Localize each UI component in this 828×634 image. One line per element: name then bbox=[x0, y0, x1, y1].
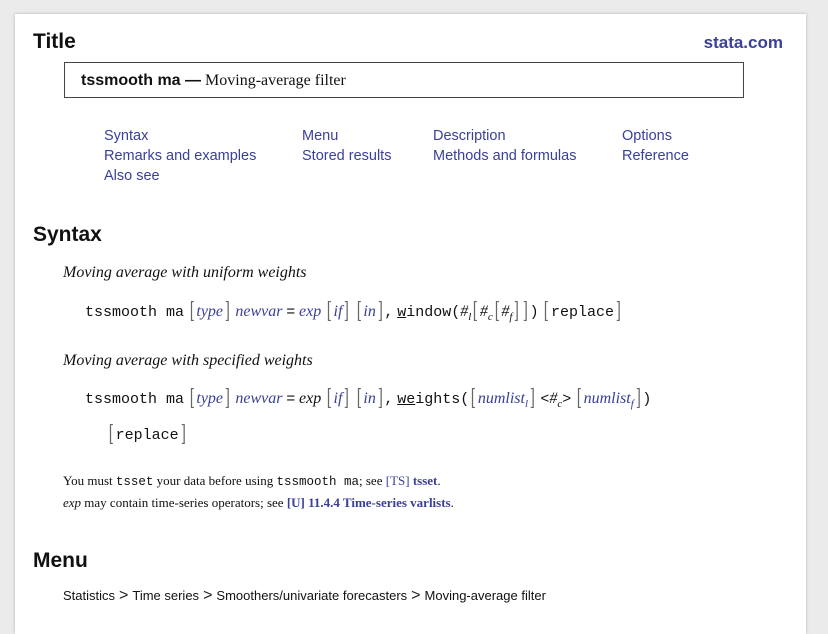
syntax-specified-line: tssmooth ma [type] newvar = exp [if] [in… bbox=[85, 386, 652, 411]
newvar-link[interactable]: newvar bbox=[235, 390, 282, 407]
numlist-l-link[interactable]: numlistl bbox=[478, 390, 528, 410]
menu-path-item: Time series bbox=[132, 588, 200, 603]
if-link[interactable]: if bbox=[334, 303, 343, 320]
equals-sign: = bbox=[286, 304, 296, 321]
window-arg-l: #l bbox=[460, 303, 472, 324]
menu-path-item: Moving-average filter bbox=[424, 588, 546, 603]
newvar-link[interactable]: newvar bbox=[235, 303, 282, 320]
replace-option: replace bbox=[115, 427, 179, 444]
tsset-link[interactable]: tsset bbox=[413, 473, 438, 488]
replace-option: replace bbox=[550, 304, 614, 321]
close-paren: ) bbox=[529, 304, 539, 321]
toc-also-see-link[interactable]: Also see bbox=[104, 168, 160, 184]
entry-title-box: tssmooth ma — Moving-average filter bbox=[64, 62, 744, 98]
u-manual-ref[interactable]: [U] bbox=[287, 495, 305, 510]
ts-manual-ref[interactable]: [TS] bbox=[386, 473, 410, 488]
menu-path: Statistics > Time series > Smoothers/univari… bbox=[63, 587, 546, 604]
equals-sign: = bbox=[286, 391, 296, 408]
in-link[interactable]: in bbox=[363, 303, 375, 320]
toc-menu-link[interactable]: Menu bbox=[302, 128, 338, 144]
syntax-uniform-line: tssmooth ma [type] newvar = exp [if] [in… bbox=[85, 299, 621, 324]
entry-description: Moving-average filter bbox=[205, 72, 346, 89]
uniform-weights-heading: Moving average with uniform weights bbox=[63, 264, 307, 281]
toc-stored-results-link[interactable]: Stored results bbox=[302, 148, 391, 164]
entry-command: tssmooth ma — bbox=[81, 72, 202, 89]
exp-text: exp bbox=[63, 495, 82, 510]
tsset-cmd: tsset bbox=[115, 475, 154, 489]
time-series-varlists-link[interactable]: 11.4.4 Time-series varlists bbox=[308, 495, 451, 510]
numlist-f-link[interactable]: numlistf bbox=[584, 390, 634, 410]
window-option: window( bbox=[397, 304, 461, 321]
window-arg-c: #c bbox=[479, 303, 493, 324]
cmd-name: tssmooth ma bbox=[85, 304, 185, 321]
exp-text: exp bbox=[299, 390, 322, 407]
weights-arg-c: #c bbox=[549, 390, 563, 411]
tssmooth-cmd: tssmooth ma bbox=[276, 475, 360, 489]
type-link[interactable]: type bbox=[196, 303, 223, 320]
toc-options-link[interactable]: Options bbox=[622, 128, 672, 144]
close-paren: ) bbox=[642, 391, 652, 408]
in-link[interactable]: in bbox=[363, 390, 375, 407]
toc-syntax-link[interactable]: Syntax bbox=[104, 128, 148, 144]
page-title: Title bbox=[33, 30, 76, 53]
menu-heading: Menu bbox=[33, 549, 88, 572]
exp-note: exp may contain time-series operators; s… bbox=[63, 495, 454, 510]
type-link[interactable]: type bbox=[196, 390, 223, 407]
gt-sign: > bbox=[562, 391, 572, 408]
brand-link[interactable]: stata.com bbox=[704, 33, 783, 53]
comma: , bbox=[384, 304, 394, 321]
tsset-note: You must tsset your data before using ts… bbox=[63, 473, 441, 489]
weights-option: weights( bbox=[397, 391, 470, 408]
lt-sign: < bbox=[540, 391, 550, 408]
menu-path-item: Statistics bbox=[63, 588, 116, 603]
specified-weights-heading: Moving average with specified weights bbox=[63, 352, 313, 369]
toc-methods-link[interactable]: Methods and formulas bbox=[433, 148, 576, 164]
menu-path-item: Smoothers/univariate forecasters bbox=[216, 588, 408, 603]
exp-link[interactable]: exp bbox=[299, 303, 321, 320]
toc-description-link[interactable]: Description bbox=[433, 128, 506, 144]
toc-remarks-link[interactable]: Remarks and examples bbox=[104, 148, 256, 164]
manual-page: Title stata.com tssmooth ma — Moving-ave… bbox=[15, 14, 806, 634]
syntax-replace-line: [replace] bbox=[108, 422, 186, 447]
comma: , bbox=[384, 391, 394, 408]
window-arg-f: #f bbox=[501, 303, 513, 324]
if-link[interactable]: if bbox=[334, 390, 343, 407]
cmd-name: tssmooth ma bbox=[85, 391, 185, 408]
syntax-heading: Syntax bbox=[33, 223, 102, 246]
toc-reference-link[interactable]: Reference bbox=[622, 148, 689, 164]
